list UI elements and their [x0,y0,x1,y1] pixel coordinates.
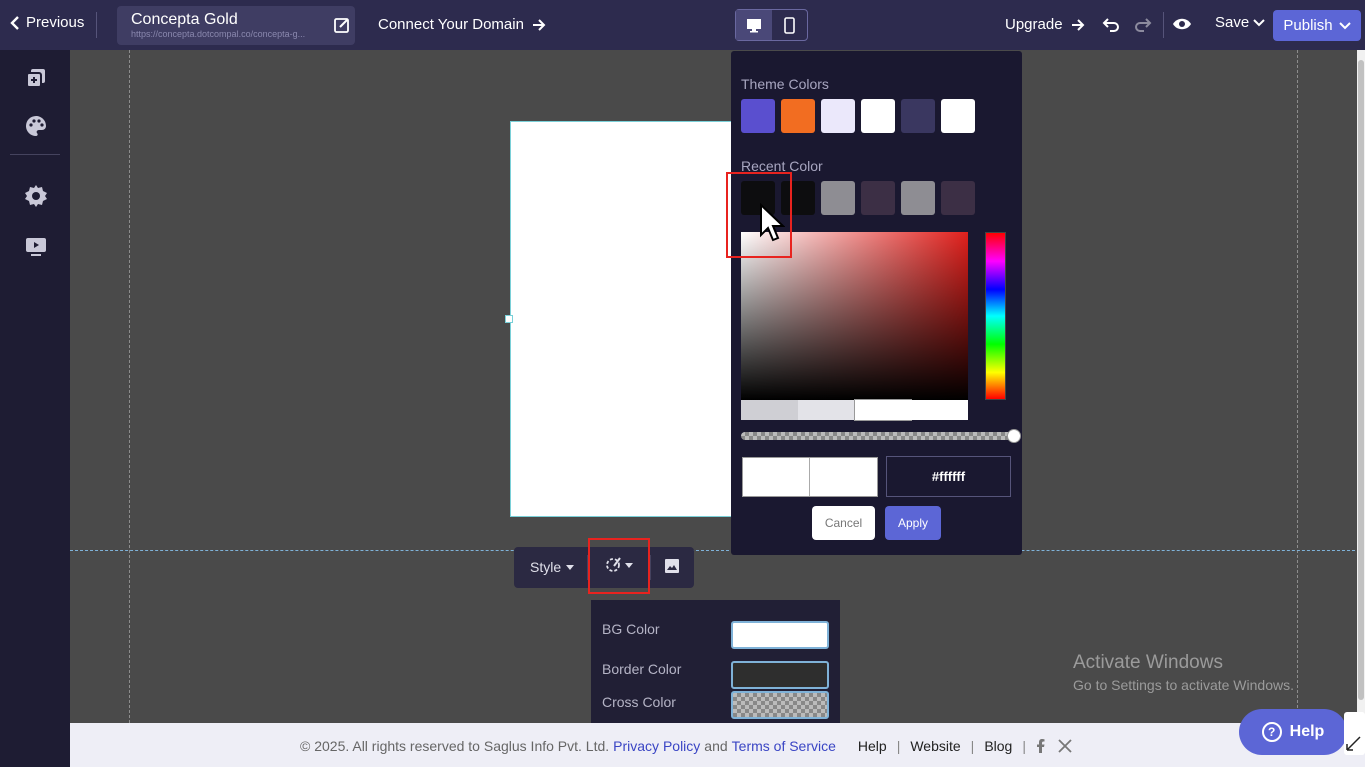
left-sidebar [0,50,70,767]
chevron-down-icon [1338,21,1351,29]
border-color-swatch[interactable] [731,661,829,689]
color-style-popover: BG Color Border Color Cross Color [591,600,840,723]
theme-color-swatch[interactable] [901,99,935,133]
theme-colors-title: Theme Colors [741,76,829,92]
save-label: Save [1215,14,1250,31]
hue-slider[interactable] [985,232,1006,400]
gear-icon[interactable] [24,184,48,208]
undo-icon[interactable] [1102,15,1120,33]
guide-line [1297,50,1298,723]
device-toggle [735,9,808,41]
mouse-cursor-icon [760,203,785,242]
arrow-right-icon [532,18,546,31]
divider [1163,12,1164,38]
hex-input[interactable]: #ffffff [886,456,1011,497]
site-name: Concepta Gold [131,11,238,28]
color-preview [742,457,878,497]
and-text: and [704,738,728,754]
desktop-icon [746,18,761,32]
sidebar-divider [10,154,60,155]
x-twitter-icon[interactable] [1058,739,1072,753]
resize-corner-widget[interactable] [1344,712,1365,755]
alpha-slider-knob[interactable] [1007,429,1021,443]
privacy-policy-link[interactable]: Privacy Policy [613,738,700,754]
palette-icon[interactable] [24,114,48,138]
help-button-label: Help [1289,723,1325,740]
section-guide-line [70,550,1360,551]
apply-button[interactable]: Apply [885,506,941,540]
footer: © 2025. All rights reserved to Saglus In… [70,723,1365,767]
chevron-down-icon [1253,18,1265,26]
previous-button[interactable]: Previous [10,14,84,31]
cancel-button[interactable]: Cancel [812,506,875,540]
recent-color-swatch[interactable] [861,181,895,215]
bg-color-swatch[interactable] [731,621,829,649]
help-button[interactable]: ? Help [1239,709,1347,755]
highlight-box [588,538,650,594]
theme-color-swatch[interactable] [781,99,815,133]
site-info[interactable]: Concepta Gold https://concepta.dotcompal… [117,6,355,45]
alpha-slider[interactable] [741,432,1016,440]
top-bar: Previous Concepta Gold https://concepta.… [0,0,1365,50]
publish-label: Publish [1283,17,1333,34]
connect-domain-label: Connect Your Domain [378,16,524,33]
recent-color-swatch[interactable] [821,181,855,215]
publish-button[interactable]: Publish [1273,10,1361,41]
preview-icon[interactable] [24,235,48,259]
mobile-icon [783,16,795,34]
caret-down-icon [566,564,575,570]
style-dropdown[interactable]: Style [530,559,575,575]
theme-color-swatch[interactable] [741,99,775,133]
upgrade-label: Upgrade [1005,16,1063,33]
site-url: https://concepta.dotcompal.co/concepta-g… [131,29,306,39]
guide-line [129,50,130,723]
resize-handle[interactable] [505,315,513,323]
upgrade-link[interactable]: Upgrade [1005,16,1085,33]
chevron-left-icon [10,15,19,30]
terms-link[interactable]: Terms of Service [732,738,836,754]
footer-blog-link[interactable]: Blog [984,738,1012,754]
copyright-text: © 2025. All rights reserved to Saglus In… [300,738,610,754]
connect-domain-link[interactable]: Connect Your Domain [378,16,546,33]
question-icon: ? [1261,722,1282,742]
previous-label: Previous [26,14,85,31]
desktop-view-button[interactable] [736,10,772,40]
image-icon[interactable] [664,558,680,574]
selected-box-element[interactable] [510,121,735,517]
style-label: Style [530,559,562,575]
bg-color-label: BG Color [602,621,660,637]
theme-color-swatch[interactable] [941,99,975,133]
save-button[interactable]: Save [1215,14,1265,31]
edit-icon[interactable] [333,16,351,34]
recent-color-swatch[interactable] [901,181,935,215]
divider [96,12,97,38]
cross-color-swatch[interactable] [731,691,829,719]
cross-color-label: Cross Color [602,694,676,710]
mobile-view-button[interactable] [772,10,808,40]
scrollbar-thumb[interactable] [1358,60,1364,700]
theme-color-swatch[interactable] [861,99,895,133]
theme-color-swatch[interactable] [821,99,855,133]
pages-icon[interactable] [24,66,48,90]
shade-strip[interactable] [741,399,968,421]
divider [650,555,651,580]
border-color-label: Border Color [602,661,682,677]
facebook-icon[interactable] [1036,739,1046,753]
color-picker-panel: Theme Colors Recent Color #ffffff Cancel… [731,51,1022,555]
footer-help-link[interactable]: Help [858,738,887,754]
footer-website-link[interactable]: Website [910,738,960,754]
redo-icon[interactable] [1134,15,1152,33]
eye-icon[interactable] [1172,16,1192,32]
arrow-right-icon [1071,18,1084,31]
expand-arrow-icon [1346,736,1361,751]
activate-windows-title: Activate Windows [1073,652,1223,673]
recent-color-swatch[interactable] [941,181,975,215]
activate-windows-subtitle: Go to Settings to activate Windows. [1073,677,1294,693]
